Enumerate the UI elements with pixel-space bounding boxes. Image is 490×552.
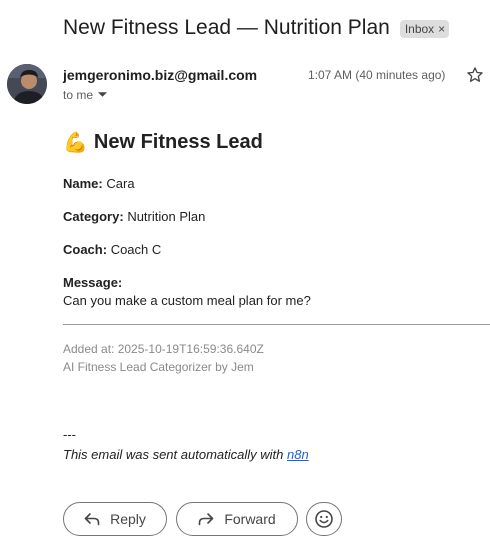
added-at-text: Added at: 2025-10-19T16:59:36.640Z: [63, 342, 264, 356]
field-name: Name: Cara: [63, 176, 490, 192]
field-name-value: Cara: [106, 176, 135, 191]
signature-separator: ---: [63, 427, 76, 442]
divider: [63, 324, 490, 325]
inbox-label-badge[interactable]: Inbox ×: [399, 20, 450, 38]
field-coach-label: Coach:: [63, 242, 108, 257]
categorizer-credit: AI Fitness Lead Categorizer by Jem: [63, 360, 254, 374]
reply-button[interactable]: Reply: [63, 502, 167, 536]
automation-note: This email was sent automatically with n…: [63, 447, 309, 462]
forward-icon: [199, 513, 214, 526]
email-timestamp: 1:07 AM (40 minutes ago): [308, 68, 446, 82]
field-category-value: Nutrition Plan: [127, 209, 206, 224]
field-name-label: Name:: [63, 176, 103, 191]
chevron-down-icon: [98, 92, 108, 97]
field-category: Category: Nutrition Plan: [63, 209, 490, 225]
recipient-details-toggle[interactable]: to me: [63, 88, 108, 102]
field-message-label: Message:: [63, 275, 123, 290]
reply-icon: [84, 513, 100, 526]
automation-note-text: This email was sent automatically with: [63, 447, 287, 462]
lead-heading: 💪 New Fitness Lead: [63, 130, 490, 155]
lead-heading-text: New Fitness Lead: [93, 131, 263, 153]
email-body: 💪 New Fitness Lead Name: Cara Category: …: [63, 130, 490, 326]
emoji-icon: [315, 510, 333, 528]
field-message-value: Can you make a custom meal plan for me?: [63, 293, 311, 308]
emoji-reaction-button[interactable]: [306, 502, 342, 536]
field-message: Message: Can you make a custom meal plan…: [63, 275, 490, 309]
sender-email[interactable]: jemgeronimo.biz@gmail.com: [63, 67, 257, 83]
email-subject: New Fitness Lead — Nutrition Plan: [63, 16, 390, 39]
forward-label: Forward: [224, 511, 276, 527]
flexed-biceps-icon: 💪: [63, 132, 88, 154]
field-coach-value: Coach C: [110, 242, 162, 257]
email-subject-row: New Fitness Lead — Nutrition Plan Inbox …: [63, 16, 450, 40]
sender-avatar[interactable]: [7, 64, 47, 104]
field-category-label: Category:: [63, 209, 124, 224]
star-icon[interactable]: [465, 65, 485, 85]
inbox-label-text: Inbox: [404, 22, 435, 36]
recipient-label: to me: [63, 88, 94, 102]
reply-label: Reply: [110, 511, 146, 527]
remove-label-button[interactable]: ×: [438, 22, 445, 36]
lead-meta: Added at: 2025-10-19T16:59:36.640Z AI Fi…: [63, 340, 264, 376]
forward-button[interactable]: Forward: [176, 502, 298, 536]
n8n-link[interactable]: n8n: [287, 447, 309, 462]
field-coach: Coach: Coach C: [63, 242, 490, 258]
